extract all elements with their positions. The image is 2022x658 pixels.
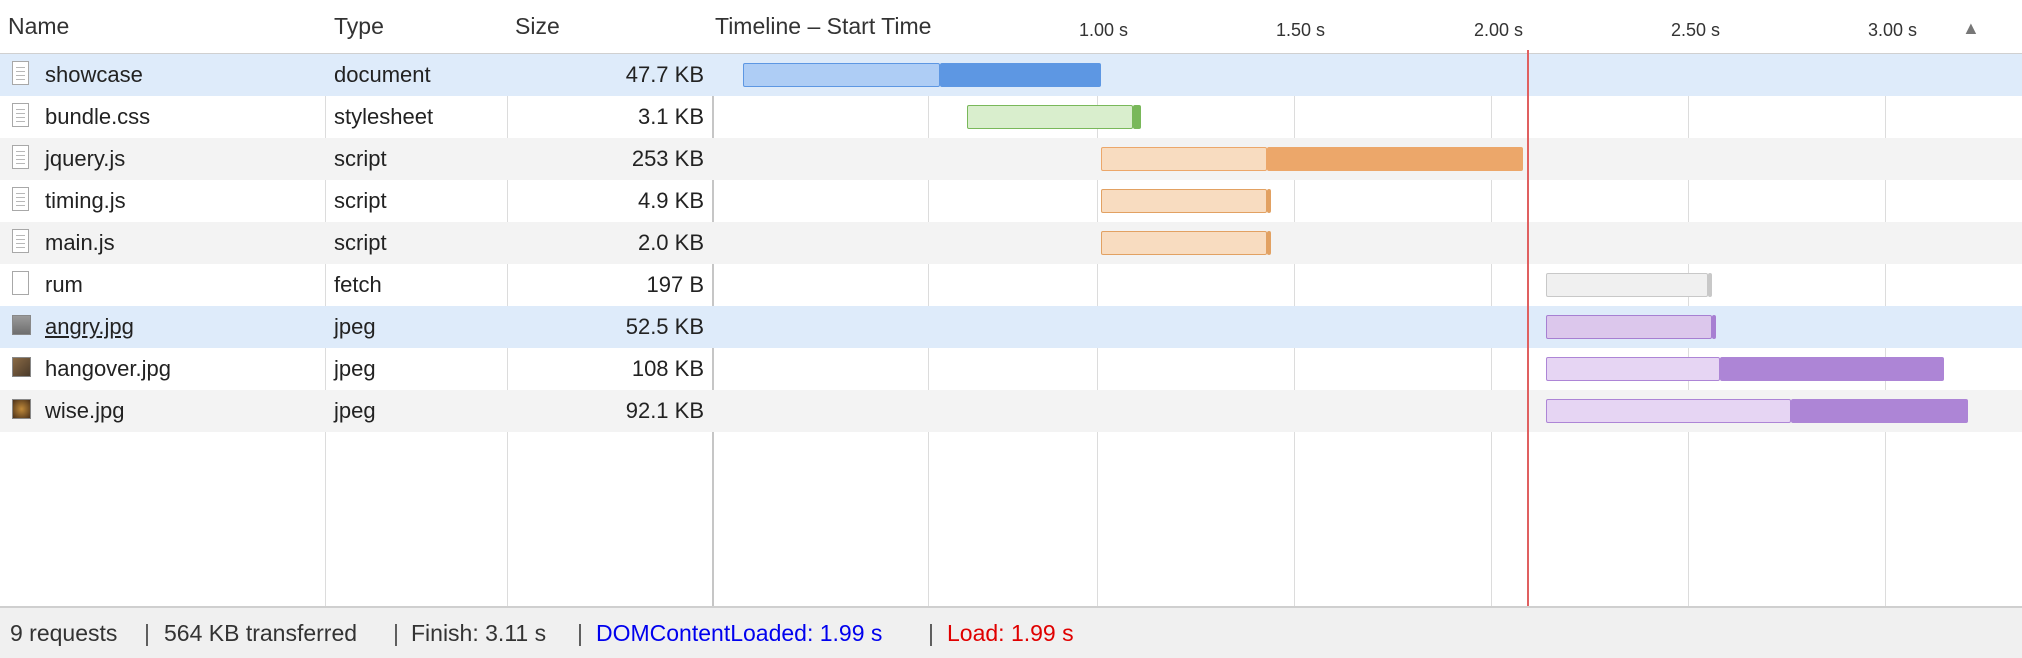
timeline-tick-label: 1.50 s (1275, 20, 1325, 40)
request-size: 2.0 KB (637, 230, 704, 255)
status-bar: 9 requests | 564 KB transferred | Finish… (0, 606, 2022, 658)
request-type: script (334, 146, 387, 171)
request-type: fetch (334, 272, 382, 297)
request-name[interactable]: bundle.css (45, 96, 150, 138)
request-size: 47.7 KB (625, 62, 704, 87)
transferred-size: 564 KB transferred (164, 620, 358, 646)
request-download-bar[interactable] (1266, 189, 1271, 213)
document-icon (12, 145, 29, 169)
finish-time: Finish: 3.11 s (411, 620, 547, 646)
request-name-link[interactable]: angry.jpg (45, 306, 134, 348)
column-header-size[interactable]: Size (515, 0, 560, 53)
request-waiting-bar[interactable] (1546, 315, 1712, 339)
request-download-bar[interactable] (939, 63, 1102, 87)
image-thumbnail-icon (12, 315, 31, 335)
separator: | (577, 620, 583, 646)
separator: | (928, 620, 934, 646)
request-download-bar[interactable] (1719, 357, 1945, 381)
table-row[interactable]: timing.js script 4.9 KB (0, 180, 2022, 222)
request-count: 9 requests (10, 620, 118, 646)
request-download-bar[interactable] (1790, 399, 1968, 423)
request-type: jpeg (334, 314, 376, 339)
sort-ascending-icon[interactable]: ▲ (1962, 18, 1980, 39)
request-download-bar[interactable] (1266, 231, 1271, 255)
timeline-tick-label: 3.00 s (1867, 20, 1917, 40)
image-thumbnail-icon (12, 399, 31, 419)
load-event-marker (1527, 50, 1529, 606)
request-size: 92.1 KB (625, 398, 704, 423)
request-download-bar[interactable] (1711, 315, 1716, 339)
timeline-tick-label: 2.50 s (1670, 20, 1720, 40)
document-icon (12, 229, 29, 253)
table-header: Name Type Size Timeline – Start Time 1.0… (0, 0, 2022, 55)
request-type: script (334, 230, 387, 255)
request-size: 108 KB (631, 356, 704, 381)
request-waiting-bar[interactable] (1546, 357, 1720, 381)
column-header-timeline[interactable]: Timeline – Start Time (715, 0, 931, 53)
request-name[interactable]: hangover.jpg (45, 348, 171, 390)
request-name[interactable]: showcase (45, 54, 143, 96)
request-size: 4.9 KB (637, 188, 704, 213)
request-size: 52.5 KB (625, 314, 704, 339)
request-waiting-bar[interactable] (742, 63, 940, 87)
blank-document-icon (12, 271, 29, 295)
request-download-bar[interactable] (1132, 105, 1141, 129)
request-waiting-bar[interactable] (1101, 189, 1267, 213)
request-type: stylesheet (334, 104, 434, 129)
request-size: 197 B (646, 272, 705, 297)
document-icon (12, 103, 29, 127)
timeline-tick-label: 2.00 s (1473, 20, 1523, 40)
request-waiting-bar[interactable] (1101, 147, 1267, 171)
document-icon (12, 61, 29, 85)
request-download-bar[interactable] (1707, 273, 1712, 297)
separator: | (144, 620, 150, 646)
request-name[interactable]: timing.js (45, 180, 126, 222)
column-header-name[interactable]: Name (8, 0, 69, 53)
image-thumbnail-icon (12, 357, 31, 377)
table-row[interactable]: main.js script 2.0 KB (0, 222, 2022, 264)
request-name[interactable]: jquery.js (45, 138, 125, 180)
request-name[interactable]: wise.jpg (45, 390, 124, 432)
request-size: 253 KB (631, 146, 704, 171)
request-waiting-bar[interactable] (1546, 399, 1791, 423)
load-time: Load: 1.99 s (947, 620, 1074, 646)
request-type: script (334, 188, 387, 213)
request-download-bar[interactable] (1266, 147, 1523, 171)
request-type: document (334, 62, 431, 87)
separator: | (393, 620, 399, 646)
request-size: 3.1 KB (637, 104, 704, 129)
request-waiting-bar[interactable] (1546, 273, 1708, 297)
request-type: jpeg (334, 356, 376, 381)
dom-content-loaded-time: DOMContentLoaded: 1.99 s (596, 620, 883, 646)
table-row[interactable]: rum fetch 197 B (0, 264, 2022, 306)
table-row[interactable]: angry.jpg jpeg 52.5 KB (0, 306, 2022, 348)
request-waiting-bar[interactable] (967, 105, 1133, 129)
request-name[interactable]: rum (45, 264, 83, 306)
table-row[interactable]: jquery.js script 253 KB (0, 138, 2022, 180)
request-type: jpeg (334, 398, 376, 423)
request-waiting-bar[interactable] (1101, 231, 1267, 255)
column-header-type[interactable]: Type (334, 0, 384, 53)
document-icon (12, 187, 29, 211)
timeline-tick-label: 1.00 s (1078, 20, 1128, 40)
request-name[interactable]: main.js (45, 222, 115, 264)
network-panel: Name Type Size Timeline – Start Time 1.0… (0, 0, 2022, 658)
